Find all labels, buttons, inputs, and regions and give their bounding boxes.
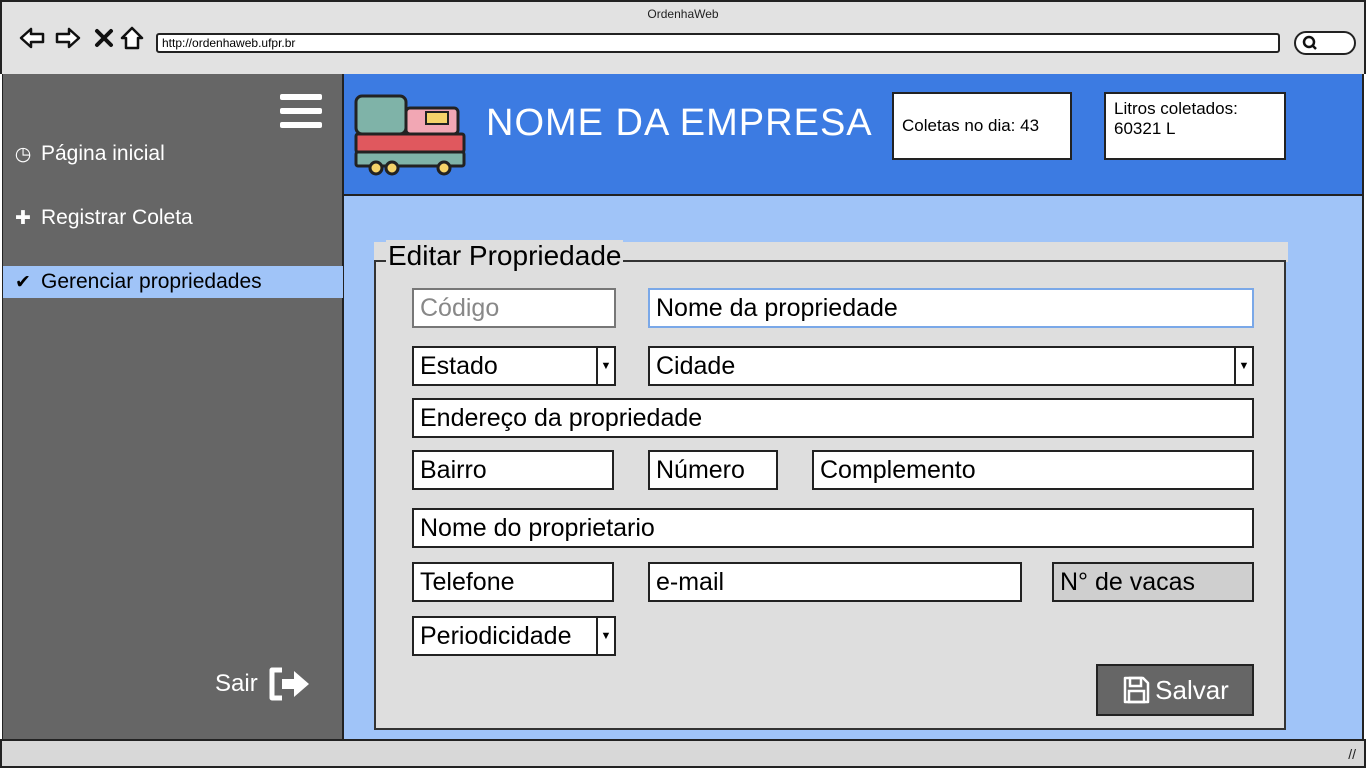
- sidebar-item-label: Página inicial: [41, 142, 165, 165]
- email-field[interactable]: e-mail: [648, 562, 1022, 602]
- codigo-field[interactable]: Código: [412, 288, 616, 328]
- browser-chrome: OrdenhaWeb http://ordenhaweb.ufpr.br: [0, 0, 1366, 74]
- coletas-stat: Coletas no dia: 43: [902, 116, 1040, 135]
- sign-out-icon: [269, 667, 309, 701]
- resize-handle-icon[interactable]: //: [1348, 746, 1356, 762]
- numero-field[interactable]: Número: [648, 450, 778, 490]
- proprietario-field[interactable]: Nome do proprietario: [412, 508, 1254, 548]
- main-content: Código Nome da propriedade Estado ▼ Cida…: [344, 196, 1364, 739]
- header: NOME DA EMPRESA Coletas no dia: 43 Litro…: [344, 74, 1364, 196]
- close-icon[interactable]: [90, 24, 118, 52]
- coletas-stat-box: Coletas no dia: 43: [892, 92, 1072, 160]
- url-bar[interactable]: http://ordenhaweb.ufpr.br: [156, 33, 1280, 53]
- window-title: OrdenhaWeb: [647, 7, 719, 21]
- bairro-field[interactable]: Bairro: [412, 450, 614, 490]
- search-box[interactable]: [1294, 31, 1356, 55]
- save-button[interactable]: Salvar: [1096, 664, 1254, 716]
- sidebar-item-label: Gerenciar propriedades: [41, 270, 262, 293]
- save-button-label: Salvar: [1155, 674, 1229, 705]
- logout-button[interactable]: Sair: [215, 666, 312, 702]
- check-icon: ✔: [15, 271, 31, 293]
- hamburger-menu-icon[interactable]: [280, 94, 322, 128]
- chevron-down-icon: ▼: [596, 348, 614, 384]
- sidebar-item-label: Registrar Coleta: [41, 206, 193, 229]
- chevron-down-icon: ▼: [596, 618, 614, 654]
- litros-stat-label: Litros coletados:: [1114, 99, 1238, 118]
- litros-stat-box: Litros coletados: 60321 L: [1104, 92, 1286, 160]
- complemento-field[interactable]: Complemento: [812, 450, 1254, 490]
- logout-label: Sair: [215, 670, 258, 697]
- sidebar-item-pagina-inicial[interactable]: ◷ Página inicial: [3, 138, 343, 170]
- truck-icon: [354, 94, 466, 176]
- sidebar-item-gerenciar-propriedades[interactable]: ✔ Gerenciar propriedades: [3, 266, 343, 298]
- edit-property-form: Código Nome da propriedade Estado ▼ Cida…: [374, 260, 1286, 730]
- sidebar-item-registrar-coleta[interactable]: ✚ Registrar Coleta: [3, 202, 343, 234]
- form-title: Editar Propriedade: [386, 240, 624, 272]
- company-name: NOME DA EMPRESA: [486, 102, 873, 144]
- periodicidade-select-value: Periodicidade: [420, 621, 572, 650]
- litros-stat-value: 60321 L: [1114, 119, 1176, 138]
- back-arrow-icon[interactable]: [18, 24, 46, 52]
- home-icon[interactable]: [118, 24, 146, 52]
- status-bar: //: [0, 739, 1366, 768]
- nome-propriedade-field[interactable]: Nome da propriedade: [648, 288, 1254, 328]
- forward-arrow-icon[interactable]: [54, 24, 82, 52]
- estado-select[interactable]: Estado ▼: [412, 346, 616, 386]
- estado-select-value: Estado: [420, 351, 498, 380]
- endereco-field[interactable]: Endereço da propriedade: [412, 398, 1254, 438]
- plus-icon: ✚: [15, 207, 31, 229]
- sidebar: ◷ Página inicial ✚ Registrar Coleta ✔ Ge…: [2, 74, 344, 739]
- periodicidade-select[interactable]: Periodicidade ▼: [412, 616, 616, 656]
- cidade-select[interactable]: Cidade ▼: [648, 346, 1254, 386]
- clock-icon: ◷: [14, 143, 32, 165]
- floppy-disk-icon: [1123, 676, 1150, 704]
- search-icon: [1302, 35, 1317, 50]
- vacas-field[interactable]: N° de vacas: [1052, 562, 1254, 602]
- cidade-select-value: Cidade: [656, 351, 736, 380]
- chevron-down-icon: ▼: [1234, 348, 1252, 384]
- telefone-field[interactable]: Telefone: [412, 562, 614, 602]
